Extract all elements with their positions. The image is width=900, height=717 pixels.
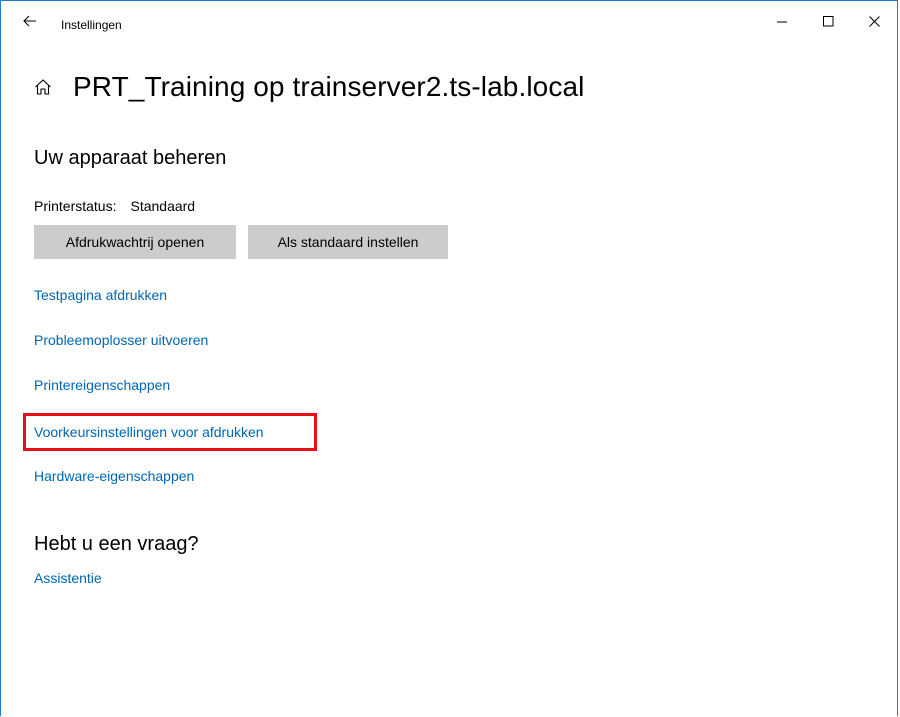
settings-window: Instellingen PRT_Training op trainserver… <box>0 0 898 716</box>
set-default-button[interactable]: Als standaard instellen <box>248 225 448 259</box>
maximize-icon <box>822 14 834 32</box>
run-troubleshooter-link[interactable]: Probleemoplosser uitvoeren <box>34 332 208 348</box>
printer-properties-link[interactable]: Printereigenschappen <box>34 377 170 393</box>
back-arrow-icon <box>23 14 37 32</box>
home-icon[interactable] <box>33 77 53 97</box>
print-test-page-link[interactable]: Testpagina afdrukken <box>34 287 167 303</box>
page-header: PRT_Training op trainserver2.ts-lab.loca… <box>33 71 584 103</box>
hardware-properties-link[interactable]: Hardware-eigenschappen <box>34 468 194 484</box>
minimize-icon <box>776 14 788 32</box>
close-icon <box>868 14 880 32</box>
printer-status-label: Printerstatus: <box>34 198 117 214</box>
back-button[interactable] <box>15 10 45 36</box>
printing-preferences-link[interactable]: Voorkeursinstellingen voor afdrukken <box>34 424 264 440</box>
assistance-link[interactable]: Assistentie <box>34 570 102 586</box>
window-title: Instellingen <box>61 18 122 32</box>
title-bar: Instellingen <box>1 1 897 47</box>
action-buttons: Afdrukwachtrij openen Als standaard inst… <box>34 225 460 259</box>
window-controls <box>759 1 897 45</box>
maximize-button[interactable] <box>805 1 851 45</box>
page-title: PRT_Training op trainserver2.ts-lab.loca… <box>73 71 585 102</box>
help-heading: Hebt u een vraag? <box>34 533 199 555</box>
printer-status-value: Standaard <box>130 198 196 214</box>
open-print-queue-button[interactable]: Afdrukwachtrij openen <box>34 225 236 259</box>
minimize-button[interactable] <box>759 1 805 45</box>
close-button[interactable] <box>851 1 897 45</box>
manage-device-heading: Uw apparaat beheren <box>34 147 227 169</box>
printer-status-row: Printerstatus: Standaard <box>34 198 195 214</box>
